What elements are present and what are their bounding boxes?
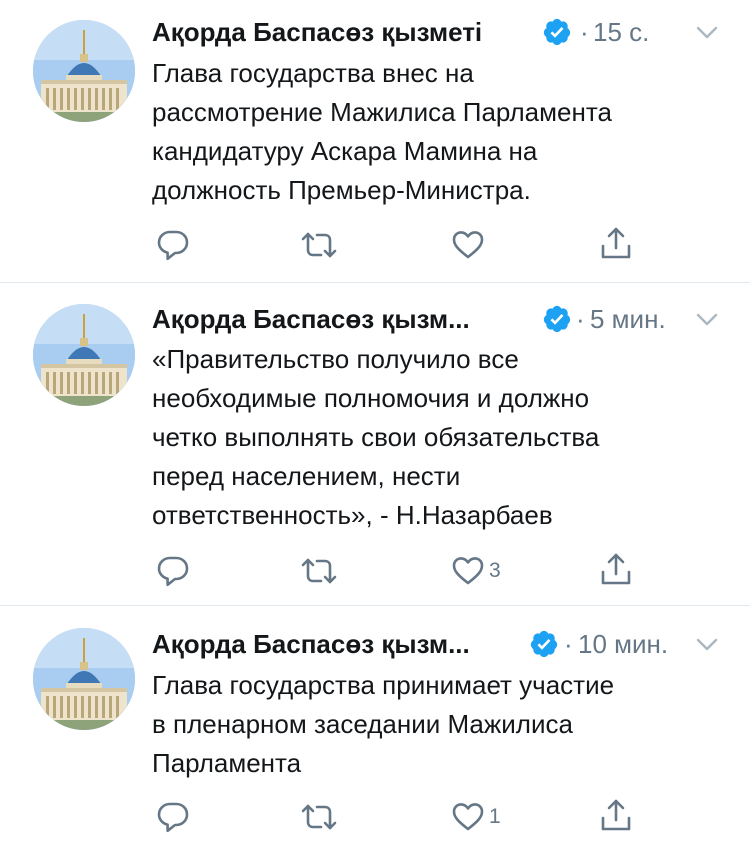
reply-icon — [156, 554, 190, 588]
verified-badge-icon — [542, 304, 572, 334]
like-count: 1 — [489, 805, 501, 828]
share-button[interactable] — [599, 226, 633, 260]
retweet-icon — [299, 800, 339, 834]
like-button[interactable]: 1 — [451, 800, 511, 834]
reply-icon — [156, 228, 190, 262]
reply-icon — [156, 800, 190, 834]
verified-badge-icon — [542, 17, 572, 47]
tweet[interactable]: Ақорда Баспасөз қызм... · 5 мин. «Правит… — [0, 283, 750, 605]
share-button[interactable] — [599, 798, 633, 832]
author-name[interactable]: Ақорда Баспасөз қызм... — [152, 628, 470, 660]
avatar[interactable] — [33, 20, 135, 122]
verified-badge-icon — [529, 629, 559, 659]
author-name[interactable]: Ақорда Баспасөз қызметі — [152, 16, 482, 48]
reply-button[interactable] — [156, 228, 190, 262]
retweet-button[interactable] — [299, 800, 339, 834]
like-button[interactable] — [451, 228, 485, 262]
tweet-text: Глава государства внес на рассмотрение М… — [152, 58, 612, 205]
share-icon — [599, 798, 633, 834]
author-name[interactable]: Ақорда Баспасөз қызм... — [152, 303, 470, 335]
tweet-text: «Правительство получило все необходимые … — [152, 344, 600, 530]
retweet-icon — [299, 554, 339, 588]
retweet-button[interactable] — [299, 554, 339, 588]
chevron-down-icon[interactable] — [696, 638, 718, 652]
retweet-button[interactable] — [299, 228, 339, 262]
avatar[interactable] — [33, 628, 135, 730]
like-button[interactable]: 3 — [451, 554, 511, 588]
share-icon — [599, 552, 633, 588]
chevron-down-icon[interactable] — [696, 313, 718, 327]
timestamp[interactable]: 15 с. — [593, 16, 649, 48]
share-icon — [599, 226, 633, 262]
heart-icon — [451, 228, 485, 262]
separator: · — [576, 304, 585, 334]
chevron-down-icon[interactable] — [696, 26, 718, 40]
share-button[interactable] — [599, 552, 633, 586]
like-count: 3 — [489, 559, 501, 582]
heart-icon — [451, 800, 485, 834]
avatar[interactable] — [33, 304, 135, 406]
retweet-icon — [299, 228, 339, 262]
separator: · — [580, 17, 589, 47]
timestamp[interactable]: 5 мин. — [590, 303, 666, 335]
reply-button[interactable] — [156, 800, 190, 834]
tweet[interactable]: Ақорда Баспасөз қызм... · 10 мин. Глава … — [0, 606, 750, 846]
reply-button[interactable] — [156, 554, 190, 588]
heart-icon — [451, 554, 485, 588]
timestamp[interactable]: 10 мин. — [578, 628, 668, 660]
tweet-text: Глава государства принимает участие в пл… — [152, 670, 615, 778]
separator: · — [564, 629, 573, 659]
tweet[interactable]: Ақорда Баспасөз қызметі · 15 с. Глава го… — [0, 0, 750, 282]
